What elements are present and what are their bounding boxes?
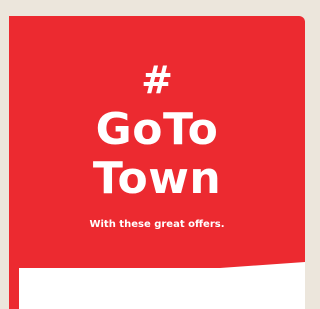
headline-line-2: Town — [92, 153, 222, 204]
headline-line-1: GoTo — [95, 104, 219, 155]
hash-symbol: # — [141, 58, 173, 102]
page-background: # GoTo Town With these great offers. — [0, 0, 305, 309]
tagline: With these great offers. — [89, 219, 225, 230]
promo-banner: # GoTo Town With these great offers. — [9, 16, 305, 309]
